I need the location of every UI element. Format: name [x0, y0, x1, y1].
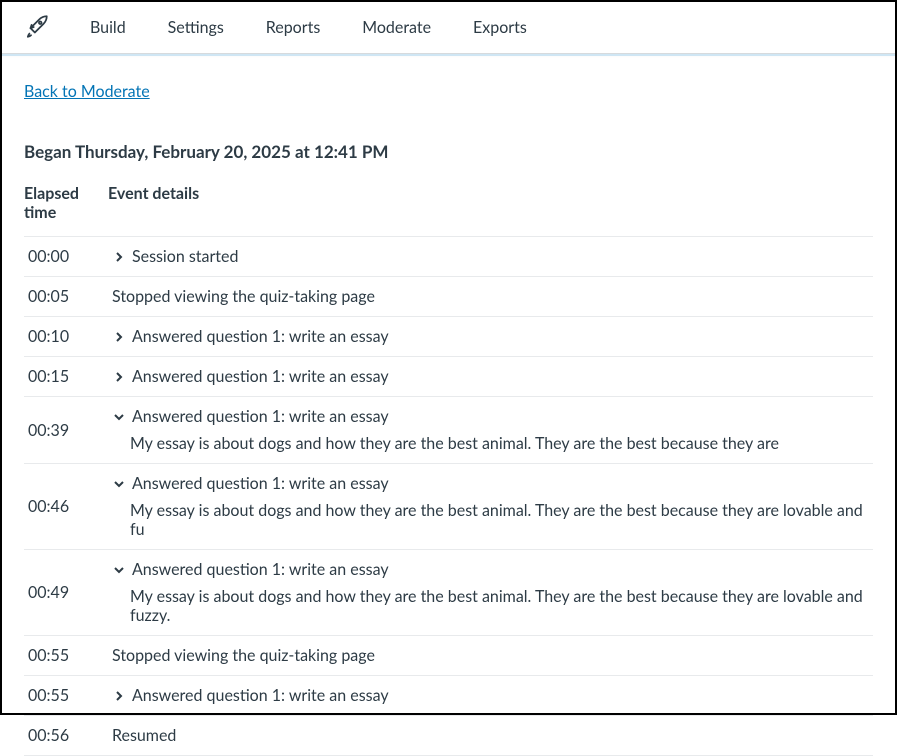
event-details-cell: Stopped viewing the quiz-taking page — [108, 636, 873, 676]
table-row: 00:46Answered question 1: write an essay… — [24, 464, 873, 550]
event-details-cell: Answered question 1: write an essay — [108, 676, 873, 716]
event-title: Session started — [132, 247, 238, 266]
chevron-right-icon[interactable] — [112, 250, 126, 264]
nav-reports[interactable]: Reports — [266, 18, 320, 37]
event-expanded-detail: My essay is about dogs and how they are … — [130, 434, 869, 453]
elapsed-time-cell: 00:15 — [24, 357, 108, 397]
elapsed-time-cell: 00:46 — [24, 464, 108, 550]
elapsed-time-cell: 00:55 — [24, 636, 108, 676]
event-details-cell: Session started — [108, 237, 873, 277]
event-details-cell: Answered question 1: write an essay — [108, 317, 873, 357]
chevron-down-icon[interactable] — [112, 563, 126, 577]
chevron-down-icon[interactable] — [112, 410, 126, 424]
elapsed-time-cell: 00:10 — [24, 317, 108, 357]
event-title: Answered question 1: write an essay — [132, 327, 389, 346]
event-log-table: Elapsed time Event details 00:00 Session … — [24, 176, 873, 756]
elapsed-time-cell: 00:49 — [24, 550, 108, 636]
elapsed-time-cell: 00:05 — [24, 277, 108, 317]
chevron-right-icon[interactable] — [112, 370, 126, 384]
event-title: Answered question 1: write an essay — [132, 560, 389, 579]
col-header-event-details: Event details — [108, 176, 873, 237]
table-row: 00:15 Answered question 1: write an essay — [24, 357, 873, 397]
event-details-cell: Stopped viewing the quiz-taking page — [108, 277, 873, 317]
event-title: Answered question 1: write an essay — [132, 474, 389, 493]
table-row: 00:05Stopped viewing the quiz-taking pag… — [24, 277, 873, 317]
top-nav-bar: Build Settings Reports Moderate Exports — [2, 2, 895, 54]
event-details-cell: Answered question 1: write an essay My es… — [108, 397, 873, 464]
nav-build[interactable]: Build — [90, 18, 126, 37]
event-title: Stopped viewing the quiz-taking page — [112, 646, 375, 665]
table-row: 00:00 Session started — [24, 237, 873, 277]
col-header-elapsed-time: Elapsed time — [24, 176, 108, 237]
session-began-text: Began Thursday, February 20, 2025 at 12:… — [24, 141, 873, 162]
chevron-right-icon[interactable] — [112, 330, 126, 344]
main-content: Back to Moderate Began Thursday, Februar… — [2, 54, 895, 756]
back-to-moderate-link[interactable]: Back to Moderate — [24, 82, 150, 101]
elapsed-time-cell: 00:55 — [24, 676, 108, 716]
table-row: 00:56Resumed — [24, 716, 873, 756]
chevron-down-icon[interactable] — [112, 477, 126, 491]
event-title: Stopped viewing the quiz-taking page — [112, 287, 375, 306]
nav-exports[interactable]: Exports — [473, 18, 527, 37]
event-details-cell: Answered question 1: write an essay My es… — [108, 550, 873, 636]
table-row: 00:55 Answered question 1: write an essay — [24, 676, 873, 716]
app-logo — [2, 13, 72, 43]
nav-links: Build Settings Reports Moderate Exports — [72, 18, 527, 37]
event-title: Answered question 1: write an essay — [132, 407, 389, 426]
table-row: 00:10 Answered question 1: write an essay — [24, 317, 873, 357]
elapsed-time-cell: 00:00 — [24, 237, 108, 277]
event-details-cell: Resumed — [108, 716, 873, 756]
nav-moderate[interactable]: Moderate — [362, 18, 431, 37]
table-row: 00:49Answered question 1: write an essay… — [24, 550, 873, 636]
table-row: 00:39Answered question 1: write an essay… — [24, 397, 873, 464]
event-expanded-detail: My essay is about dogs and how they are … — [130, 587, 869, 625]
nav-settings[interactable]: Settings — [168, 18, 224, 37]
elapsed-time-cell: 00:56 — [24, 716, 108, 756]
table-row: 00:55Stopped viewing the quiz-taking pag… — [24, 636, 873, 676]
event-details-cell: Answered question 1: write an essay My es… — [108, 464, 873, 550]
event-title: Answered question 1: write an essay — [132, 686, 389, 705]
event-title: Answered question 1: write an essay — [132, 367, 389, 386]
rocket-icon — [24, 13, 50, 43]
elapsed-time-cell: 00:39 — [24, 397, 108, 464]
chevron-right-icon[interactable] — [112, 689, 126, 703]
event-expanded-detail: My essay is about dogs and how they are … — [130, 501, 869, 539]
event-title: Resumed — [112, 726, 176, 745]
event-details-cell: Answered question 1: write an essay — [108, 357, 873, 397]
